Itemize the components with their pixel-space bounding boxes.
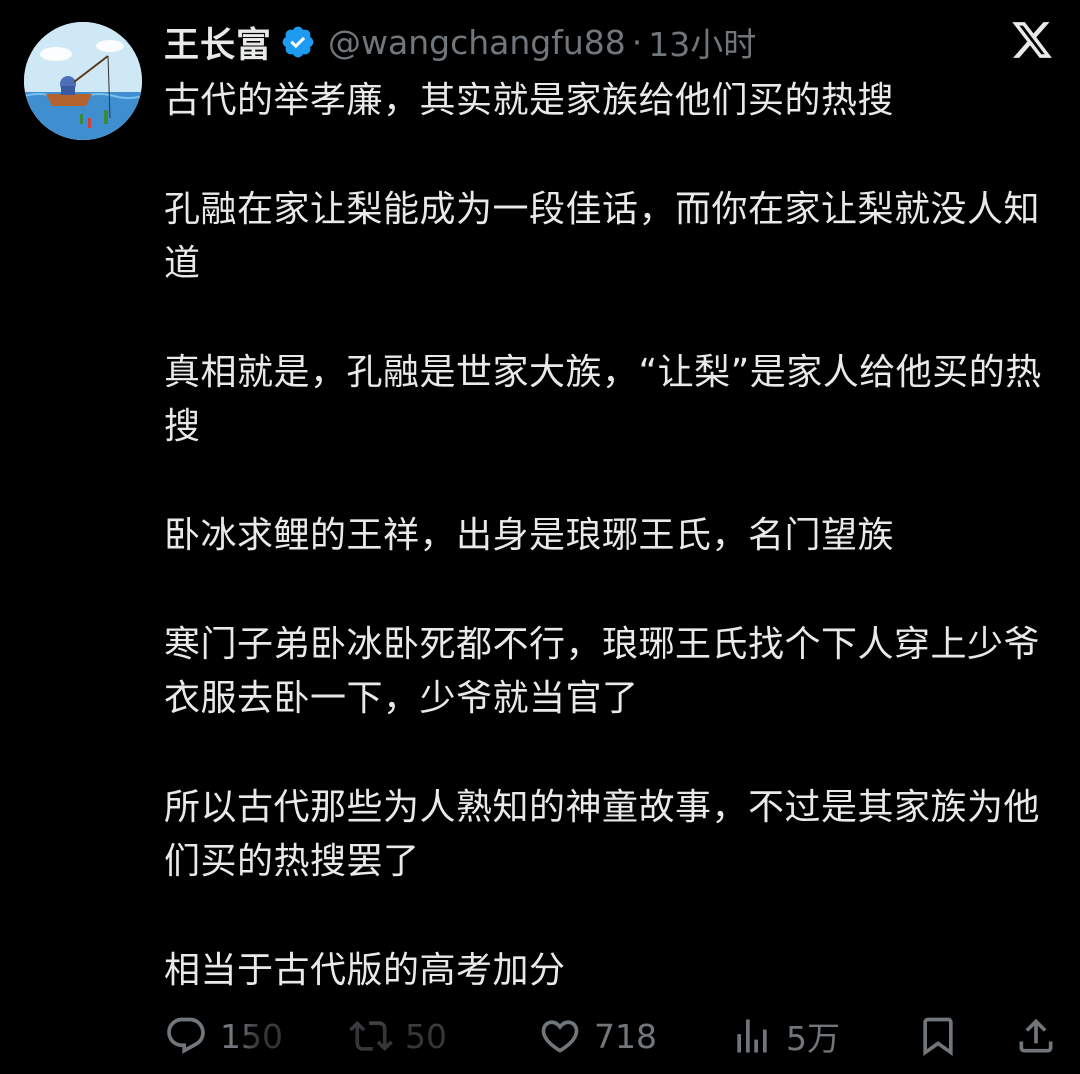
tweet-paragraph: 寒门子弟卧冰卧死都不行，琅琊王氏找个下人穿上少爷衣服去卧一下，少爷就当官了 xyxy=(164,624,1041,719)
views-button[interactable]: 5万 xyxy=(730,1012,840,1060)
tweet-card: 王长富 @wangchangfu88 · 13小时 古代的举孝廉，其实就是家族给… xyxy=(0,0,1080,1074)
reply-icon xyxy=(164,1014,208,1058)
tweet-paragraph: 卧冰求鲤的王祥，出身是琅琊王氏，名门望族 xyxy=(164,515,895,556)
tweet-paragraph: 真相就是，孔融是世家大族，“让梨”是家人给他买的热搜 xyxy=(164,352,1042,447)
heart-icon xyxy=(538,1014,582,1058)
timestamp[interactable]: 13小时 xyxy=(648,18,756,66)
share-button[interactable] xyxy=(1014,1014,1058,1058)
tweet-paragraph: 古代的举孝廉，其实就是家族给他们买的热搜 xyxy=(164,80,895,121)
share-icon xyxy=(1014,1014,1058,1058)
bookmark-button[interactable] xyxy=(916,1014,960,1058)
views-chart-icon xyxy=(730,1014,774,1058)
tweet-body: 古代的举孝廉，其实就是家族给他们买的热搜 孔融在家让梨能成为一段佳话，而你在家让… xyxy=(164,74,1056,1053)
views-count: 5万 xyxy=(786,1019,840,1058)
tweet-header: 王长富 @wangchangfu88 · 13小时 xyxy=(164,18,756,66)
display-name[interactable]: 王长富 xyxy=(164,17,272,68)
watermark-overlay xyxy=(248,1018,458,1058)
separator-dot: · xyxy=(631,22,643,62)
tweet-paragraph: 所以古代那些为人熟知的神童故事，不过是其家族为他们买的热搜罢了 xyxy=(164,787,1041,882)
avatar[interactable] xyxy=(24,22,142,140)
like-button[interactable]: 718 xyxy=(538,1014,657,1058)
like-count: 718 xyxy=(594,1016,657,1056)
tweet-paragraph: 孔融在家让梨能成为一段佳话，而你在家让梨就没人知道 xyxy=(164,189,1041,284)
user-handle[interactable]: @wangchangfu88 xyxy=(328,23,626,62)
bookmark-icon xyxy=(916,1014,960,1058)
x-logo-icon xyxy=(1010,18,1054,62)
fisherman-avatar xyxy=(24,22,142,140)
verified-badge-icon xyxy=(280,24,316,60)
tweet-paragraph: 相当于古代版的高考加分 xyxy=(164,950,566,991)
